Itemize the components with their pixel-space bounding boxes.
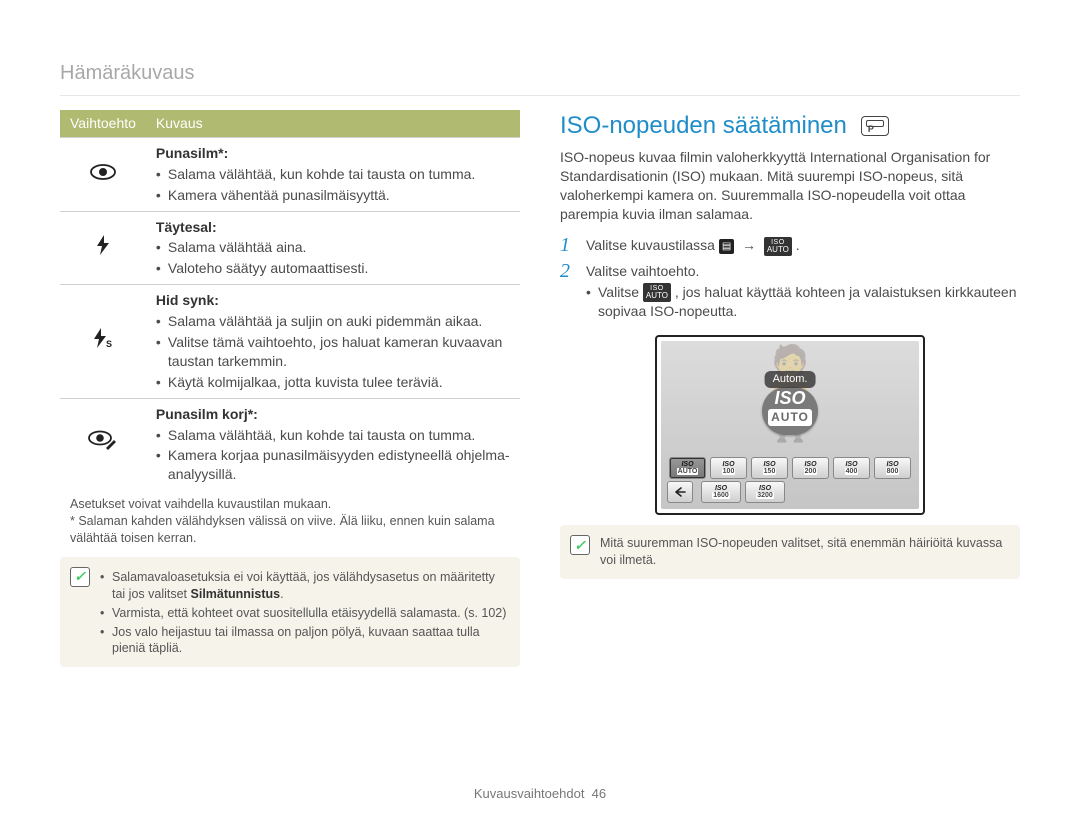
note-bold: Silmätunnistus [191,587,281,601]
note-bullet: Varmista, että kohteet ovat suositellull… [100,605,508,622]
right-column: ISO-nopeuden säätäminen ISO-nopeus kuvaa… [560,110,1020,667]
note-text: Varmista, että kohteet ovat suositellull… [112,606,506,620]
back-button[interactable] [667,481,693,503]
iso-label: Autom. [765,371,816,388]
iso-tile-row-1: ISOAUTO ISO100 ISO150 ISO200 ISO400 ISO8… [669,457,911,479]
iso-tile-row-2: ISO1600 ISO3200 [701,481,785,503]
flash-options-table: Vaihtoehto Kuvaus Punasilm*: Salama välä… [60,110,520,490]
option-bullet: Salama välähtää, kun kohde tai tausta on… [156,426,510,445]
iso-auto-icon: ISOAUTO [764,237,792,256]
eye-pencil-icon [60,398,146,490]
svg-text:S: S [106,339,112,349]
menu-icon: ▤ [719,239,734,255]
footer-page-number: 46 [592,786,606,801]
table-head-description: Kuvaus [146,110,520,137]
option-bullet: Kamera korjaa punasilmäisyyden edistynee… [156,446,510,484]
option-title: Punasilm*: [156,145,228,161]
step-text: Valitse kuvaustilassa [586,237,719,253]
footer-section-label: Kuvausvaihtoehdot [474,786,585,801]
right-note-block: ✓ Mitä suuremman ISO-nopeuden valitset, … [560,525,1020,579]
table-head-option: Vaihtoehto [60,110,146,137]
note-text: . [280,587,283,601]
iso-auto-icon: ISOAUTO [643,283,671,302]
step-text: Valitse [598,284,643,300]
option-bullet: Käytä kolmijalkaa, jotta kuvista tulee t… [156,373,510,392]
table-row: S Hid synk: Salama välähtää ja suljin on… [60,285,520,398]
section-intro: ISO-nopeus kuvaa filmin valoherkkyyttä I… [560,148,1020,224]
note-bullet: Jos valo heijastuu tai ilmassa on paljon… [100,624,508,658]
iso-tile-400[interactable]: ISO400 [833,457,870,479]
table-row: Punasilm*: Salama välähtää, kun kohde ta… [60,137,520,211]
note-icon: ✓ [570,535,590,555]
step-text: . [796,237,800,253]
section-title: ISO-nopeuden säätäminen [560,110,1020,142]
left-column: Vaihtoehto Kuvaus Punasilm*: Salama välä… [60,110,520,667]
option-title: Täytesal: [156,219,217,235]
option-bullet: Salama välähtää, kun kohde tai tausta on… [156,165,510,184]
iso-tile-150[interactable]: ISO150 [751,457,788,479]
iso-tile-1600[interactable]: ISO1600 [701,481,741,503]
table-row: Täytesal: Salama välähtää aina. Valoteho… [60,211,520,285]
left-note-block: ✓ Salamavaloasetuksia ei voi käyttää, jo… [60,557,520,667]
step-item: Valitse vaihtoehto. Valitse ISOAUTO , jo… [560,262,1020,322]
iso-big-auto: AUTO [768,409,812,425]
flash-slow-sync-icon: S [60,285,146,398]
option-title: Punasilm korj*: [156,406,258,422]
step-subbullet: Valitse ISOAUTO , jos haluat käyttää koh… [586,283,1020,322]
iso-tile-200[interactable]: ISO200 [792,457,829,479]
note-text: Mitä suuremman ISO-nopeuden valitset, si… [600,535,1008,569]
section-title-text: ISO-nopeuden säätäminen [560,110,847,142]
breadcrumb-section: Hämäräkuvaus [60,60,1020,96]
iso-tile-3200[interactable]: ISO3200 [745,481,785,503]
step-text: Valitse vaihtoehto. [586,263,699,279]
camera-lcd-mock: 🧍 Autom. ISO AUTO ISOAUTO ISO100 ISO150 … [655,335,925,515]
eye-icon [60,137,146,211]
option-bullet: Valoteho säätyy automaattisesti. [156,259,510,278]
iso-tile-100[interactable]: ISO100 [710,457,747,479]
mode-badge-icon [861,116,889,136]
option-bullet: Kamera vähentää punasilmäisyyttä. [156,186,510,205]
iso-big-text: ISO [762,389,818,407]
flash-icon [60,211,146,285]
page-footer: Kuvausvaihtoehdot 46 [0,785,1080,803]
table-row: Punasilm korj*: Salama välähtää, kun koh… [60,398,520,490]
option-title: Hid synk: [156,292,219,308]
note-icon: ✓ [70,567,90,587]
footnote-line: * Salaman kahden välähdyksen välissä on … [70,513,520,547]
iso-tile-800[interactable]: ISO800 [874,457,911,479]
note-text: Salamavaloasetuksia ei voi käyttää, jos … [112,570,495,601]
step-item: Valitse kuvaustilassa ▤ → ISOAUTO . [560,236,1020,256]
footnotes: Asetukset voivat vaihdella kuvaustilan m… [60,496,520,547]
option-bullet: Valitse tämä vaihtoehto, jos haluat kame… [156,333,510,371]
iso-tile-auto[interactable]: ISOAUTO [669,457,706,479]
option-bullet: Salama välähtää ja suljin on auki pidemm… [156,312,510,331]
iso-selection-badge: Autom. ISO AUTO [762,387,818,435]
footnote-line: Asetukset voivat vaihdella kuvaustilan m… [70,496,520,513]
option-bullet: Salama välähtää aina. [156,238,510,257]
note-bullet: Salamavaloasetuksia ei voi käyttää, jos … [100,569,508,603]
note-text: Jos valo heijastuu tai ilmassa on paljon… [112,625,480,656]
